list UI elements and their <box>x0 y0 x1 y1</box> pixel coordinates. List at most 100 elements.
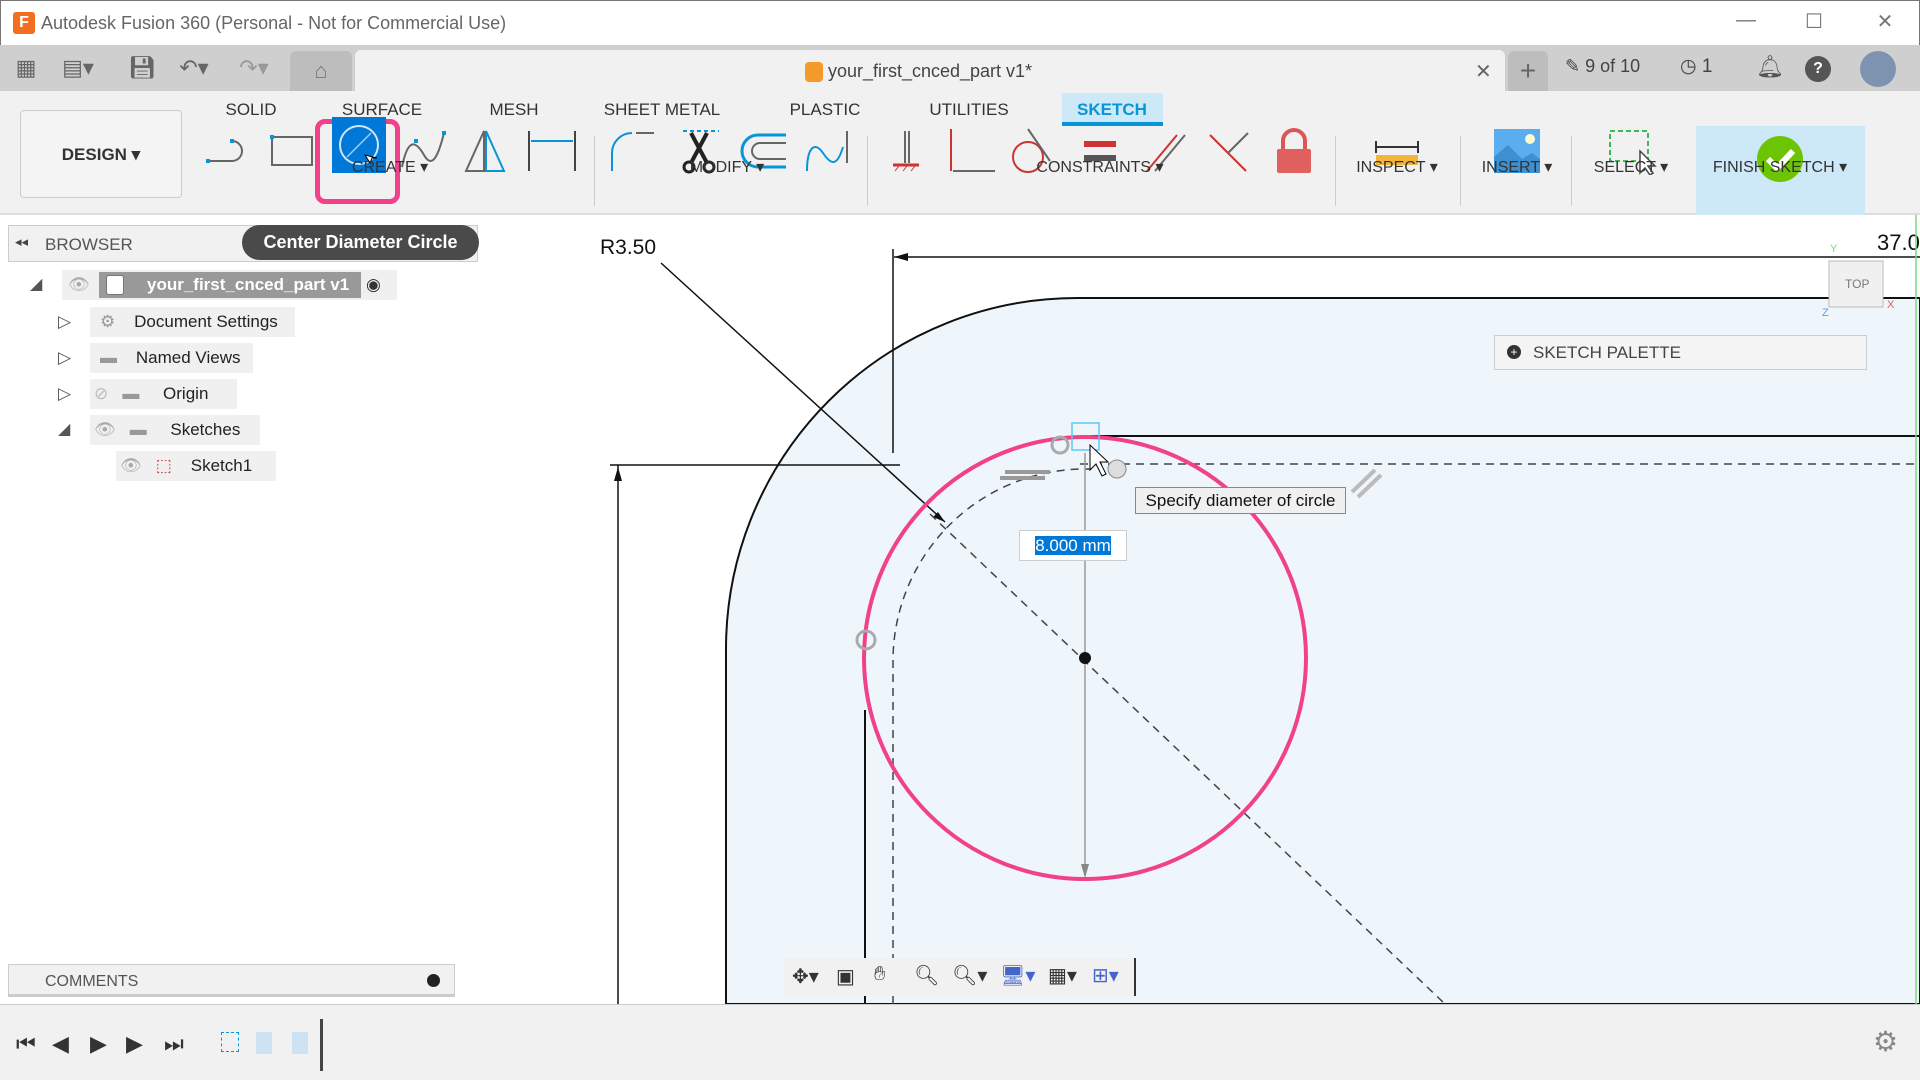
axis-z-label: Z <box>1822 307 1829 319</box>
browser-root-row[interactable]: 👁︎ your_first_cnced_part v1 ◉ <box>62 270 397 300</box>
folder-icon: ▬ <box>122 384 140 403</box>
diameter-value[interactable]: 8.000 mm <box>1035 536 1111 555</box>
timeline-next-icon[interactable]: ▶ <box>126 1031 143 1057</box>
maximize-button[interactable]: ☐ <box>1794 9 1834 39</box>
finish-sketch-button[interactable]: FINISH SKETCH ▾ <box>1713 157 1847 177</box>
tab-mesh[interactable]: MESH <box>489 100 538 120</box>
expand-plus-icon: + <box>1507 345 1521 359</box>
divider <box>1335 136 1336 206</box>
close-tab-button[interactable]: ✕ <box>1475 59 1492 84</box>
line-tool-icon[interactable] <box>202 127 256 175</box>
document-edit-icon: ✎ <box>1565 56 1586 76</box>
perpendicular-constraint-icon[interactable] <box>945 127 999 175</box>
workspace-switcher[interactable]: DESIGN ▾ <box>20 110 182 198</box>
comments-panel[interactable]: COMMENTS <box>8 964 455 997</box>
timeline-settings-gear-icon[interactable]: ⚙ <box>1873 1025 1898 1058</box>
fix-lock-icon[interactable] <box>1267 127 1321 175</box>
inspect-menu[interactable]: INSPECT ▾ <box>1356 157 1438 177</box>
rectangle-tool-icon[interactable] <box>264 127 318 175</box>
radius-dimension-label[interactable]: R3.50 <box>600 236 656 259</box>
browser-item-named-views[interactable]: ▬ Named Views <box>90 343 253 373</box>
look-at-icon[interactable]: ▣ <box>836 964 855 989</box>
job-history[interactable]: ◷ 1 <box>1680 55 1712 78</box>
collapse-triangle-icon[interactable]: ◢ <box>58 415 70 445</box>
timeline-play-icon[interactable]: ▶ <box>90 1031 107 1057</box>
browser-item-sketches[interactable]: 👁︎ ▬ Sketches <box>90 415 260 445</box>
add-comment-icon[interactable] <box>427 974 440 987</box>
tab-sketch[interactable]: SKETCH <box>1077 100 1147 120</box>
expand-triangle-icon[interactable]: ▷ <box>58 307 71 337</box>
expand-triangle-icon[interactable]: ▷ <box>58 343 71 373</box>
timeline-feature[interactable] <box>256 1032 272 1054</box>
notifications-bell-icon[interactable]: 🔔︎ <box>1756 54 1784 80</box>
extend-curve-icon[interactable] <box>801 127 855 175</box>
new-tab-button[interactable]: + <box>1508 51 1548 91</box>
app-grid-icon[interactable]: ▦ <box>8 53 44 83</box>
item-label: Document Settings <box>134 312 278 331</box>
timeline-last-icon[interactable]: ⏭ <box>164 1031 184 1057</box>
timeline-previous-icon[interactable]: ◀ <box>52 1031 69 1057</box>
tab-document[interactable]: your_first_cnced_part v1* ✕ <box>355 50 1505 91</box>
axis-x-label: X <box>1887 299 1895 311</box>
undo-icon[interactable]: ↶▾ <box>176 53 212 83</box>
pan-hand-icon[interactable]: ✋︎ <box>874 963 885 986</box>
redo-icon[interactable]: ↷▾ <box>236 53 272 83</box>
component-icon <box>106 275 124 295</box>
tab-plastic[interactable]: PLASTIC <box>790 100 861 120</box>
visibility-eye-icon[interactable]: 👁︎ <box>94 420 116 439</box>
create-menu[interactable]: CREATE ▾ <box>352 157 428 177</box>
file-menu-icon[interactable]: ▤▾ <box>60 53 96 83</box>
fit-zoom-icon[interactable]: 🔍︎▾ <box>952 963 987 988</box>
expand-triangle-icon[interactable]: ▷ <box>58 379 71 409</box>
item-label: Origin <box>163 384 209 403</box>
hidden-eye-icon[interactable]: ⊘ <box>94 384 108 403</box>
clock-icon: ◷ <box>1680 56 1702 77</box>
modify-menu[interactable]: MODIFY ▾ <box>690 157 764 177</box>
user-avatar[interactable] <box>1860 51 1896 87</box>
midpoint-constraint-icon[interactable] <box>1202 127 1256 175</box>
close-window-button[interactable]: ✕ <box>1865 9 1905 39</box>
save-icon[interactable]: 💾︎ <box>124 53 160 83</box>
timeline-first-icon[interactable]: ⏮ <box>16 1031 36 1057</box>
tab-solid[interactable]: SOLID <box>225 100 276 120</box>
insert-menu[interactable]: INSERT ▾ <box>1482 157 1553 177</box>
select-menu[interactable]: SELECT ▾ <box>1594 157 1668 177</box>
timeline-feature[interactable] <box>292 1032 308 1054</box>
tab-utilities[interactable]: UTILITIES <box>929 100 1008 120</box>
viewcube-face-top[interactable]: TOP <box>1845 277 1869 291</box>
browser-item-document-settings[interactable]: ⚙ Document Settings <box>90 307 295 337</box>
activate-radio-icon[interactable]: ◉ <box>366 270 381 300</box>
collapse-panel-icon[interactable]: ◂◂ <box>15 234 28 250</box>
visibility-eye-icon[interactable]: 👁︎ <box>120 456 142 475</box>
collapse-triangle-icon[interactable]: ◢ <box>30 270 42 300</box>
document-tab-title: your_first_cnced_part v1* <box>827 61 1033 81</box>
orbit-icon[interactable]: ✥▾ <box>792 964 819 989</box>
axis-y-label: Y <box>1830 243 1838 255</box>
divider <box>1571 136 1572 206</box>
mirror-tool-icon[interactable] <box>460 127 514 175</box>
sketch-palette-header[interactable]: + SKETCH PALETTE <box>1494 335 1867 370</box>
display-settings-icon[interactable]: 🖥︎▾ <box>1000 963 1035 988</box>
width-dimension-label[interactable]: 37.0 <box>1877 230 1920 255</box>
browser-item-origin[interactable]: ⊘ ▬ Origin <box>90 379 237 409</box>
fillet-tool-icon[interactable] <box>606 127 660 175</box>
grid-settings-icon[interactable]: ▦▾ <box>1048 963 1077 988</box>
viewports-icon[interactable]: ⊞▾ <box>1092 963 1119 988</box>
sketch-dimension-icon[interactable] <box>525 127 579 175</box>
job-status[interactable]: ✎ 9 of 10 <box>1565 56 1640 77</box>
minimize-button[interactable]: — <box>1726 9 1766 39</box>
zoom-icon[interactable]: 🔍︎ <box>914 963 939 988</box>
sketch-locked-icon: ⬚ <box>155 456 172 475</box>
help-icon[interactable]: ? <box>1805 56 1831 82</box>
browser-item-sketch1[interactable]: 👁︎ ⬚ Sketch1 <box>116 451 276 481</box>
coincident-constraint-icon[interactable] <box>879 127 933 175</box>
navigation-toolbar: ✥▾ ▣ ✋︎ 🔍︎ 🔍︎▾ 🖥︎▾ ▦▾ ⊞▾ <box>784 958 1136 996</box>
diameter-input[interactable]: 8.000 mm <box>1019 530 1127 561</box>
visibility-eye-icon[interactable]: 👁︎ <box>68 270 90 300</box>
diameter-glyph-icon <box>1107 459 1127 479</box>
constraints-menu[interactable]: CONSTRAINTS ▾ <box>1036 157 1163 177</box>
tab-sheet-metal[interactable]: SHEET METAL <box>604 100 721 120</box>
home-tab[interactable]: ⌂ <box>290 51 352 91</box>
timeline-marker[interactable] <box>320 1019 323 1071</box>
timeline-sketch-feature[interactable] <box>221 1032 239 1052</box>
